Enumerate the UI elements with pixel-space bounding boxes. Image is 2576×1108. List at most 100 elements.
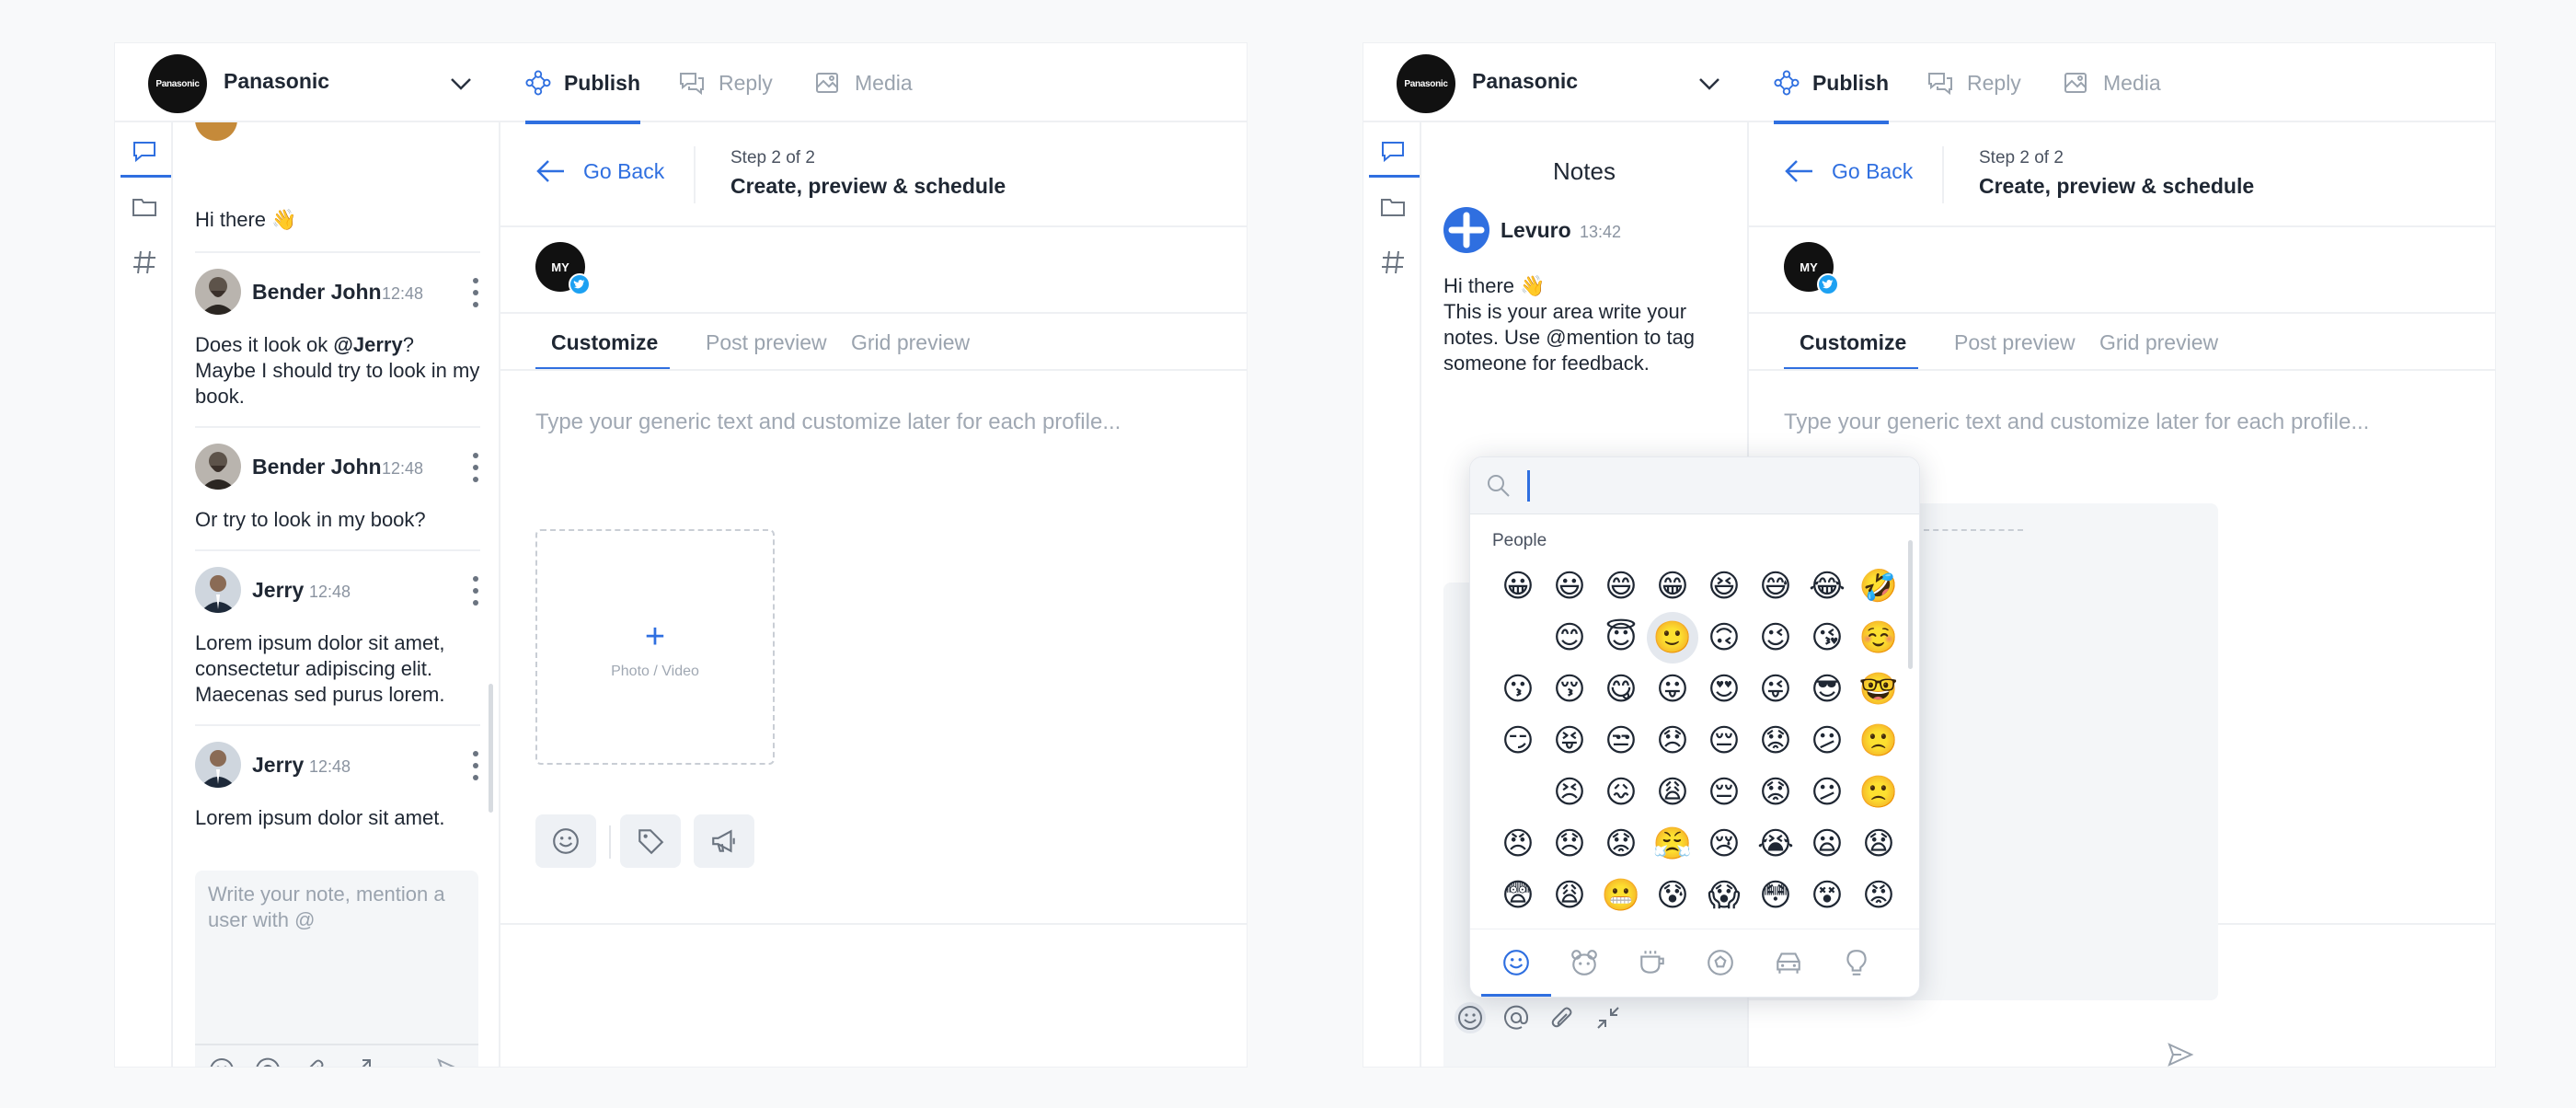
attachment-icon[interactable]: [298, 1055, 329, 1067]
category-objects-icon[interactable]: [1831, 941, 1882, 985]
emoji-option[interactable]: 😚: [1544, 664, 1595, 715]
more-options-icon[interactable]: [471, 576, 480, 606]
emoji-option[interactable]: 😇: [1595, 612, 1647, 664]
emoji-option[interactable]: 😰: [1647, 870, 1698, 921]
rail-folder[interactable]: [1363, 181, 1421, 233]
category-animals-icon[interactable]: [1558, 941, 1610, 985]
scrollbar[interactable]: [489, 684, 493, 813]
tab-publish[interactable]: Publish: [525, 43, 640, 124]
tab-post-preview[interactable]: Post preview: [706, 330, 827, 355]
more-options-icon[interactable]: [471, 751, 480, 780]
emoji-option[interactable]: 😕: [1801, 767, 1853, 818]
emoji-option[interactable]: 😊: [1544, 612, 1595, 664]
note-composer[interactable]: Write your note, mention a user with @: [195, 871, 478, 1067]
emoji-option[interactable]: 😣: [1544, 767, 1595, 818]
emoji-option[interactable]: 😜: [1750, 664, 1801, 715]
tab-reply[interactable]: Reply: [678, 43, 773, 122]
emoji-option[interactable]: 🙁: [1853, 767, 1904, 818]
rail-hashtag[interactable]: [115, 237, 173, 288]
photo-video-dropzone[interactable]: + Photo / Video: [535, 529, 775, 765]
rail-folder[interactable]: [115, 181, 173, 233]
emoji-option[interactable]: 😃: [1544, 560, 1595, 612]
emoji-option[interactable]: 😩: [1647, 767, 1698, 818]
rail-hashtag[interactable]: [1363, 237, 1421, 288]
emoji-option[interactable]: 😦: [1801, 818, 1853, 870]
emoji-option[interactable]: 😡: [1853, 870, 1904, 921]
emoji-option[interactable]: 😬: [1595, 870, 1647, 921]
mention-icon[interactable]: [1501, 1002, 1532, 1033]
tab-reply[interactable]: Reply: [1926, 43, 2021, 122]
send-icon[interactable]: [2167, 1041, 2194, 1073]
mention[interactable]: @Jerry: [333, 333, 402, 356]
attachment-icon[interactable]: [1547, 1002, 1578, 1033]
emoji-option[interactable]: 😕: [1801, 715, 1853, 767]
emoji-option[interactable]: 😳: [1750, 870, 1801, 921]
category-food-icon[interactable]: [1627, 941, 1678, 985]
chevron-down-icon[interactable]: [1695, 69, 1724, 98]
scrollbar[interactable]: [1908, 540, 1913, 669]
emoji-option[interactable]: 😗: [1492, 664, 1544, 715]
collapse-icon[interactable]: [1593, 1002, 1624, 1033]
rail-notes[interactable]: [115, 126, 173, 178]
emoji-option[interactable]: 😛: [1647, 664, 1698, 715]
tag-button[interactable]: [620, 814, 681, 868]
emoji-option[interactable]: 🙂: [1647, 612, 1698, 664]
emoji-option[interactable]: ☺️: [1853, 612, 1904, 664]
campaign-button[interactable]: [694, 814, 754, 868]
emoji-option[interactable]: 😨: [1492, 870, 1544, 921]
profile-avatar[interactable]: MY: [535, 242, 591, 295]
emoji-option[interactable]: 😭: [1750, 818, 1801, 870]
emoji-option[interactable]: 😟: [1750, 767, 1801, 818]
emoji-option[interactable]: 😂: [1801, 560, 1853, 612]
tab-media[interactable]: Media: [2063, 43, 2161, 122]
emoji-option[interactable]: 😍: [1698, 664, 1750, 715]
emoji-option[interactable]: 😞: [1544, 818, 1595, 870]
tab-grid-preview[interactable]: Grid preview: [2099, 330, 2218, 355]
emoji-option[interactable]: 😟: [1750, 715, 1801, 767]
emoji-option[interactable]: 😠: [1492, 818, 1544, 870]
emoji-option[interactable]: 😔: [1698, 715, 1750, 767]
brand-name[interactable]: Panasonic: [224, 69, 329, 94]
tab-media[interactable]: Media: [814, 43, 913, 122]
emoji-option[interactable]: 😤: [1647, 818, 1698, 870]
emoji-option[interactable]: 😵: [1801, 870, 1853, 921]
more-options-icon[interactable]: [471, 453, 480, 482]
emoji-option[interactable]: 😆: [1698, 560, 1750, 612]
emoji-button[interactable]: [535, 814, 596, 868]
category-travel-icon[interactable]: [1763, 941, 1814, 985]
tab-publish[interactable]: Publish: [1774, 43, 1889, 124]
emoji-option[interactable]: 😏: [1492, 715, 1544, 767]
emoji-option[interactable]: 😩: [1544, 870, 1595, 921]
emoji-option[interactable]: 😒: [1595, 715, 1647, 767]
emoji-icon[interactable]: [206, 1055, 237, 1067]
send-icon[interactable]: [434, 1055, 466, 1067]
tab-customize[interactable]: Customize: [1800, 330, 1906, 355]
emoji-option[interactable]: 😔: [1698, 767, 1750, 818]
emoji-option[interactable]: 😅: [1750, 560, 1801, 612]
emoji-icon[interactable]: [1455, 1002, 1486, 1033]
emoji-option[interactable]: 😢: [1698, 818, 1750, 870]
emoji-option[interactable]: 😖: [1595, 767, 1647, 818]
post-text-input[interactable]: Type your generic text and customize lat…: [535, 410, 1121, 435]
emoji-option[interactable]: 😄: [1595, 560, 1647, 612]
emoji-option[interactable]: 😞: [1647, 715, 1698, 767]
go-back-button[interactable]: Go Back: [1784, 157, 1913, 185]
emoji-option[interactable]: 😎: [1801, 664, 1853, 715]
profile-avatar[interactable]: MY: [1784, 242, 1839, 295]
emoji-option[interactable]: 😀: [1492, 560, 1544, 612]
emoji-option[interactable]: 😁: [1647, 560, 1698, 612]
category-people-icon[interactable]: [1481, 941, 1551, 997]
tab-post-preview[interactable]: Post preview: [1954, 330, 2076, 355]
rail-notes[interactable]: [1363, 126, 1421, 178]
emoji-option[interactable]: 😉: [1750, 612, 1801, 664]
chevron-down-icon[interactable]: [446, 69, 476, 98]
emoji-option[interactable]: 🤓: [1853, 664, 1904, 715]
emoji-option[interactable]: 😱: [1698, 870, 1750, 921]
emoji-option[interactable]: 😟: [1595, 818, 1647, 870]
emoji-option[interactable]: 😧: [1853, 818, 1904, 870]
emoji-option[interactable]: 🤣: [1853, 560, 1904, 612]
brand-name[interactable]: Panasonic: [1472, 69, 1578, 94]
more-options-icon[interactable]: [471, 278, 480, 307]
emoji-option[interactable]: 😋: [1595, 664, 1647, 715]
emoji-option[interactable]: 🙃: [1698, 612, 1750, 664]
